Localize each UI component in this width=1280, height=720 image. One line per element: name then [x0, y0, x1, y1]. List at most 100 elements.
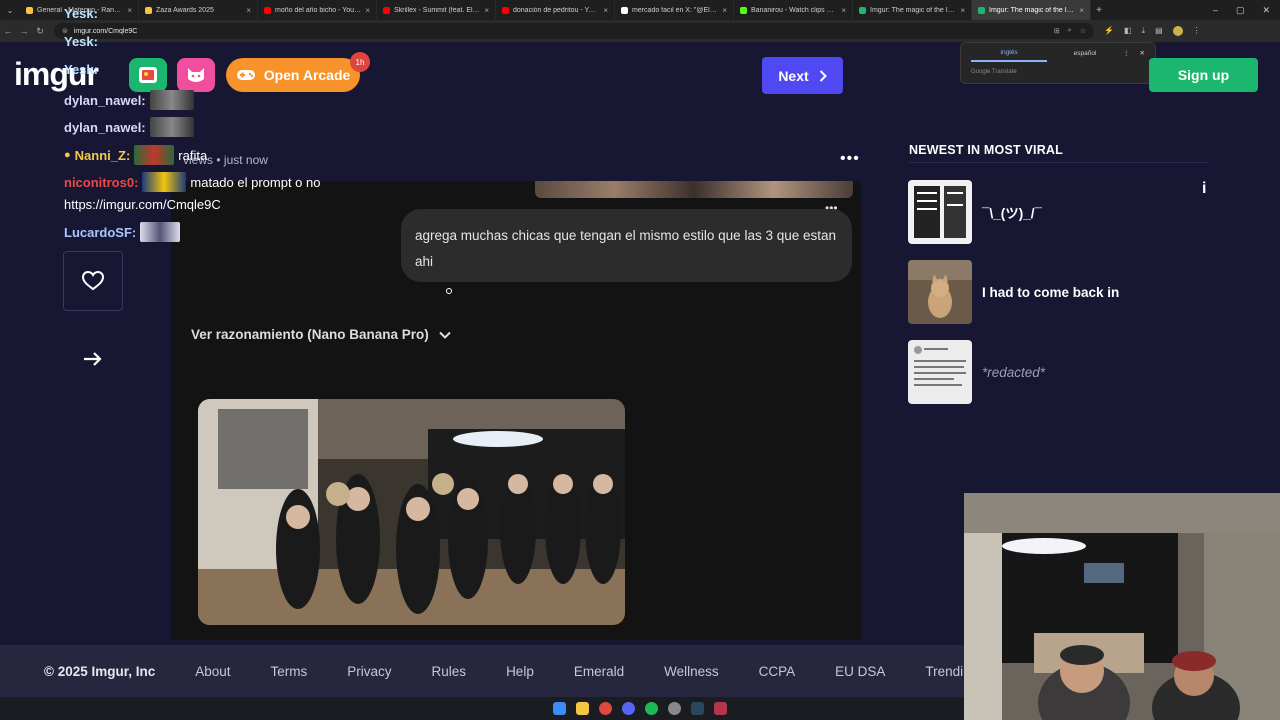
- forward-icon[interactable]: →: [16, 26, 32, 36]
- translate-icon[interactable]: ⊞: [1054, 27, 1060, 35]
- start-icon[interactable]: [553, 702, 566, 715]
- browser-tab[interactable]: Bananirou - Watch clips on Kick ×: [734, 0, 853, 20]
- bookmark-star-icon[interactable]: ☆: [1080, 27, 1086, 35]
- browser-tab[interactable]: Skrillex - Summit (feat. Ellie Go ×: [377, 0, 496, 20]
- browser-tab-bar: ⌄ General - Matecun - Ranking × Zaza Awar…: [0, 0, 1280, 20]
- post-thumbnail: [908, 180, 972, 244]
- close-tab-icon[interactable]: ×: [365, 6, 370, 15]
- close-icon[interactable]: ✕: [1140, 49, 1145, 57]
- share-arrow-icon[interactable]: [80, 346, 106, 372]
- footer-link-rules[interactable]: Rules: [432, 664, 467, 679]
- chevron-right-icon: [819, 69, 827, 82]
- maximize-icon[interactable]: ▢: [1236, 5, 1245, 16]
- browser-tab[interactable]: donación de pedritou - YouTub ×: [496, 0, 615, 20]
- spotify-icon[interactable]: [645, 702, 658, 715]
- more-options-icon[interactable]: ⋮: [1123, 49, 1130, 57]
- browser-menu-icon[interactable]: ⋮: [1193, 26, 1201, 36]
- footer-link-ccpa[interactable]: CCPA: [759, 664, 796, 679]
- new-tab-icon[interactable]: +: [1091, 5, 1107, 16]
- footer-link-emerald[interactable]: Emerald: [574, 664, 624, 679]
- close-tab-icon[interactable]: ×: [960, 6, 965, 15]
- tab-favicon: [502, 6, 509, 14]
- footer-link-help[interactable]: Help: [506, 664, 534, 679]
- sidebar-post[interactable]: I had to come back in: [908, 259, 1208, 325]
- open-arcade-button[interactable]: Open Arcade 1h: [226, 52, 370, 92]
- generated-image[interactable]: [198, 399, 625, 625]
- chat-username: Yesk:: [64, 62, 98, 77]
- post-thumbnail: [908, 340, 972, 404]
- footer-link-terms[interactable]: Terms: [271, 664, 308, 679]
- tweet-screenshot-art: [908, 340, 972, 404]
- chat-message: Yesk:: [64, 62, 98, 77]
- post-content: ••• agrega muchas chicas que tengan el m…: [171, 181, 861, 640]
- discord-icon[interactable]: [622, 702, 635, 715]
- sign-up-button[interactable]: Sign up: [1149, 58, 1258, 92]
- tab-title: Imgur: The magic of the Intern: [870, 6, 957, 14]
- close-tab-icon[interactable]: ×: [603, 6, 608, 15]
- footer-link-about[interactable]: About: [195, 664, 230, 679]
- browser-tab-active[interactable]: Imgur: The magic of the Intern ×: [972, 0, 1091, 20]
- chat-username: niconitros0:: [64, 174, 139, 190]
- chat-username: Nanni_Z:: [74, 147, 131, 163]
- close-tab-icon[interactable]: ×: [484, 6, 489, 15]
- browser-tab[interactable]: Zaza Awards 2025 ×: [139, 0, 258, 20]
- tab-title: Skrillex - Summit (feat. Ellie Go: [394, 6, 480, 14]
- back-icon[interactable]: ←: [0, 26, 16, 36]
- download-icon[interactable]: ⤓: [1142, 26, 1146, 36]
- post-more-options-icon[interactable]: •••: [840, 150, 860, 168]
- photo-button[interactable]: [129, 58, 167, 92]
- reload-icon[interactable]: ↻: [32, 26, 48, 37]
- close-tab-icon[interactable]: ×: [1079, 6, 1084, 15]
- file-explorer-icon[interactable]: [576, 702, 589, 715]
- meme-button[interactable]: [177, 58, 215, 92]
- tab-favicon: [145, 6, 152, 14]
- obs-icon[interactable]: [714, 702, 727, 715]
- tab-favicon: [26, 6, 33, 14]
- chat-text: rafita: [178, 147, 208, 163]
- translate-target-tab[interactable]: español: [1047, 46, 1123, 61]
- steam-icon[interactable]: [691, 702, 704, 715]
- puzzle-icon[interactable]: ◧: [1124, 26, 1132, 36]
- chat-message: Yesk:: [64, 34, 98, 49]
- tab-favicon: [859, 6, 866, 14]
- url-field[interactable]: ⊜ imgur.com/Cmqle9C ⊞ ⌕ ☆: [54, 23, 1094, 39]
- chat-emote: [140, 222, 181, 242]
- webcam-overlay: [964, 493, 1280, 720]
- sidebar-post[interactable]: *redacted*: [908, 339, 1208, 405]
- like-button[interactable]: [63, 251, 123, 311]
- close-tab-icon[interactable]: ×: [841, 6, 846, 15]
- browser-tab[interactable]: moño del año bicho - YouTube ×: [258, 0, 377, 20]
- footer-link-eu-dsa[interactable]: EU DSA: [835, 664, 885, 679]
- profile-avatar[interactable]: [1172, 26, 1183, 36]
- tab-title: Bananirou - Watch clips on Kick: [751, 6, 837, 14]
- app-icon[interactable]: [668, 702, 681, 715]
- previous-image-strip: [535, 181, 853, 198]
- translate-popup-footer: Google Translate: [971, 69, 1017, 75]
- close-tab-icon[interactable]: ×: [127, 6, 132, 15]
- tab-search-icon[interactable]: ⌄: [0, 6, 20, 15]
- footer-link-wellness[interactable]: Wellness: [664, 664, 719, 679]
- window-controls: – ▢ ✕: [1213, 5, 1280, 16]
- chat-username: dylan_nawel:: [64, 92, 146, 108]
- address-bar: ← → ↻ ⊜ imgur.com/Cmqle9C ⊞ ⌕ ☆ ⚡ ◧ ⤓ ▤ …: [0, 20, 1280, 42]
- translate-popup: inglés español ⋮ ✕ Google Translate: [960, 42, 1156, 84]
- browser-tab[interactable]: Imgur: The magic of the Intern ×: [853, 0, 972, 20]
- reasoning-toggle[interactable]: Ver razonamiento (Nano Banana Pro): [191, 327, 451, 342]
- close-tab-icon[interactable]: ×: [722, 6, 727, 15]
- zoom-icon[interactable]: ⌕: [1068, 27, 1072, 35]
- close-tab-icon[interactable]: ×: [246, 6, 251, 15]
- extension-icon[interactable]: ⚡: [1104, 26, 1114, 36]
- sidebar-post-caption: I had to come back in: [982, 284, 1120, 300]
- footer-copyright: © 2025 Imgur, Inc: [44, 663, 156, 679]
- chrome-icon[interactable]: [599, 702, 612, 715]
- close-window-icon[interactable]: ✕: [1262, 5, 1270, 16]
- footer-link-privacy[interactable]: Privacy: [347, 664, 391, 679]
- minimize-icon[interactable]: –: [1213, 5, 1218, 16]
- sidebar-post-caption: *redacted*: [982, 364, 1046, 380]
- sidebar-post[interactable]: ¯\_(ツ)_/¯: [908, 179, 1208, 245]
- next-button[interactable]: Next: [762, 57, 843, 94]
- browser-tab[interactable]: mercado facil en X: "@ElGordo×: [615, 0, 734, 20]
- chat-text: matado el prompt o no: [190, 174, 321, 190]
- sidebar-icon[interactable]: ▤: [1155, 26, 1163, 36]
- translate-source-tab[interactable]: inglés: [971, 45, 1048, 62]
